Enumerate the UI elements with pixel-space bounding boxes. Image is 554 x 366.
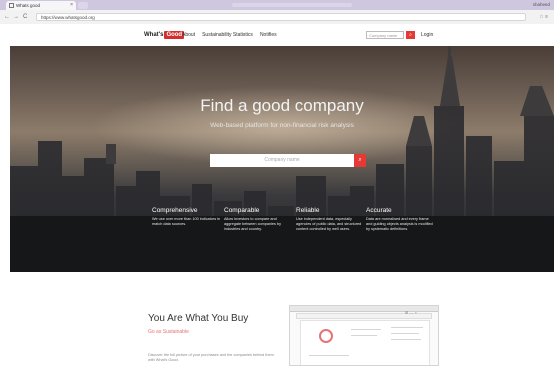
close-icon[interactable]: × <box>70 3 73 8</box>
section-subtitle[interactable]: Go as Sustainable <box>148 329 189 335</box>
back-icon[interactable]: ← <box>4 13 10 21</box>
browser-tab[interactable]: Whats good × <box>6 1 76 10</box>
feature-reliable: Reliable Use independent data, especiall… <box>296 207 366 232</box>
thumb-line <box>351 329 381 330</box>
profile-name[interactable]: shaheed <box>533 2 550 7</box>
logo-text: What's <box>144 32 164 38</box>
browser-tabstrip: Whats good × shaheed <box>0 0 554 10</box>
thumb-score-circle <box>319 329 333 343</box>
nav-link-about[interactable]: About <box>182 32 195 38</box>
feature-text: Allow investors to compare and aggregate… <box>224 217 281 231</box>
thumb-line <box>391 333 419 334</box>
thumb-line <box>309 355 349 356</box>
thumb-content <box>300 320 430 365</box>
nav-links: About Sustainability Statistics Notifies <box>182 32 277 38</box>
hero-banner: Find a good company Web-based platform f… <box>10 46 554 272</box>
browser-actions: ☆ ≡ <box>539 13 548 21</box>
section-text: Discover the full picture of your purcha… <box>148 353 274 362</box>
hero-subtitle: Web-based platform for non-financial ris… <box>210 122 354 129</box>
feature-text: Use independent data, especially agencie… <box>296 217 362 231</box>
window-controls-icon: ⊞ — × <box>405 310 417 315</box>
site-header: What's Good About Sustainability Statist… <box>0 24 554 46</box>
address-bar: ← → C https://www.whatsgood.org ☆ ≡ <box>0 10 554 25</box>
search-icon[interactable]: ⌕ <box>354 154 366 167</box>
hero-search-input[interactable]: Company name <box>210 154 354 167</box>
menu-icon[interactable]: ≡ <box>545 14 548 20</box>
feature-text: Data are normalised and every frame and … <box>366 217 433 231</box>
nav-link-statistics[interactable]: Sustainability Statistics <box>202 32 253 38</box>
search-icon[interactable]: ⌕ <box>406 31 415 39</box>
login-link[interactable]: Login <box>421 32 433 38</box>
page-icon <box>9 3 14 8</box>
feature-comparable: Comparable Allow investors to compare an… <box>224 207 294 232</box>
feature-accurate: Accurate Data are normalised and every f… <box>366 207 436 232</box>
nav-link-notifies[interactable]: Notifies <box>260 32 277 38</box>
thumb-line <box>391 327 423 328</box>
star-icon[interactable]: ☆ <box>539 14 543 20</box>
tab-title: Whats good <box>16 3 41 8</box>
site-logo[interactable]: What's Good <box>144 31 185 39</box>
thumb-line <box>351 335 377 336</box>
hero-title: Find a good company <box>200 96 364 115</box>
url-input[interactable]: https://www.whatsgood.org <box>36 13 526 21</box>
reload-icon[interactable]: C <box>23 13 27 21</box>
feature-title: Comprehensive <box>152 207 198 214</box>
section-title: You Are What You Buy <box>148 313 249 324</box>
forward-icon[interactable]: → <box>13 13 19 21</box>
feature-comprehensive: Comprehensive We use over more than 100 … <box>152 207 222 227</box>
feature-title: Comparable <box>224 207 260 214</box>
feature-text: We use over more than 100 indicators in … <box>152 217 221 226</box>
feature-title: Reliable <box>296 207 320 214</box>
tabstrip-blur <box>232 3 352 7</box>
new-tab-button[interactable] <box>78 2 88 9</box>
nav-search-input[interactable]: Company name <box>366 31 404 39</box>
feature-title: Accurate <box>366 207 392 214</box>
thumb-line <box>391 339 421 340</box>
